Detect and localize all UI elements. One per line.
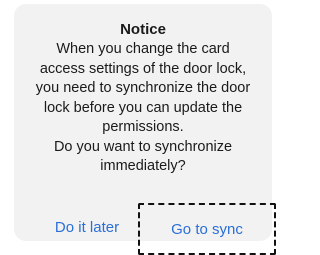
dialog-message: When you change the card access settings… <box>35 41 251 174</box>
dialog-button-row: Do it later Go to sync <box>14 203 276 255</box>
do-it-later-button[interactable]: Do it later <box>34 209 140 245</box>
notice-dialog: Notice When you change the card access s… <box>14 4 276 255</box>
dialog-title: Notice <box>120 21 166 38</box>
go-to-sync-button[interactable]: Go to sync <box>138 203 276 255</box>
